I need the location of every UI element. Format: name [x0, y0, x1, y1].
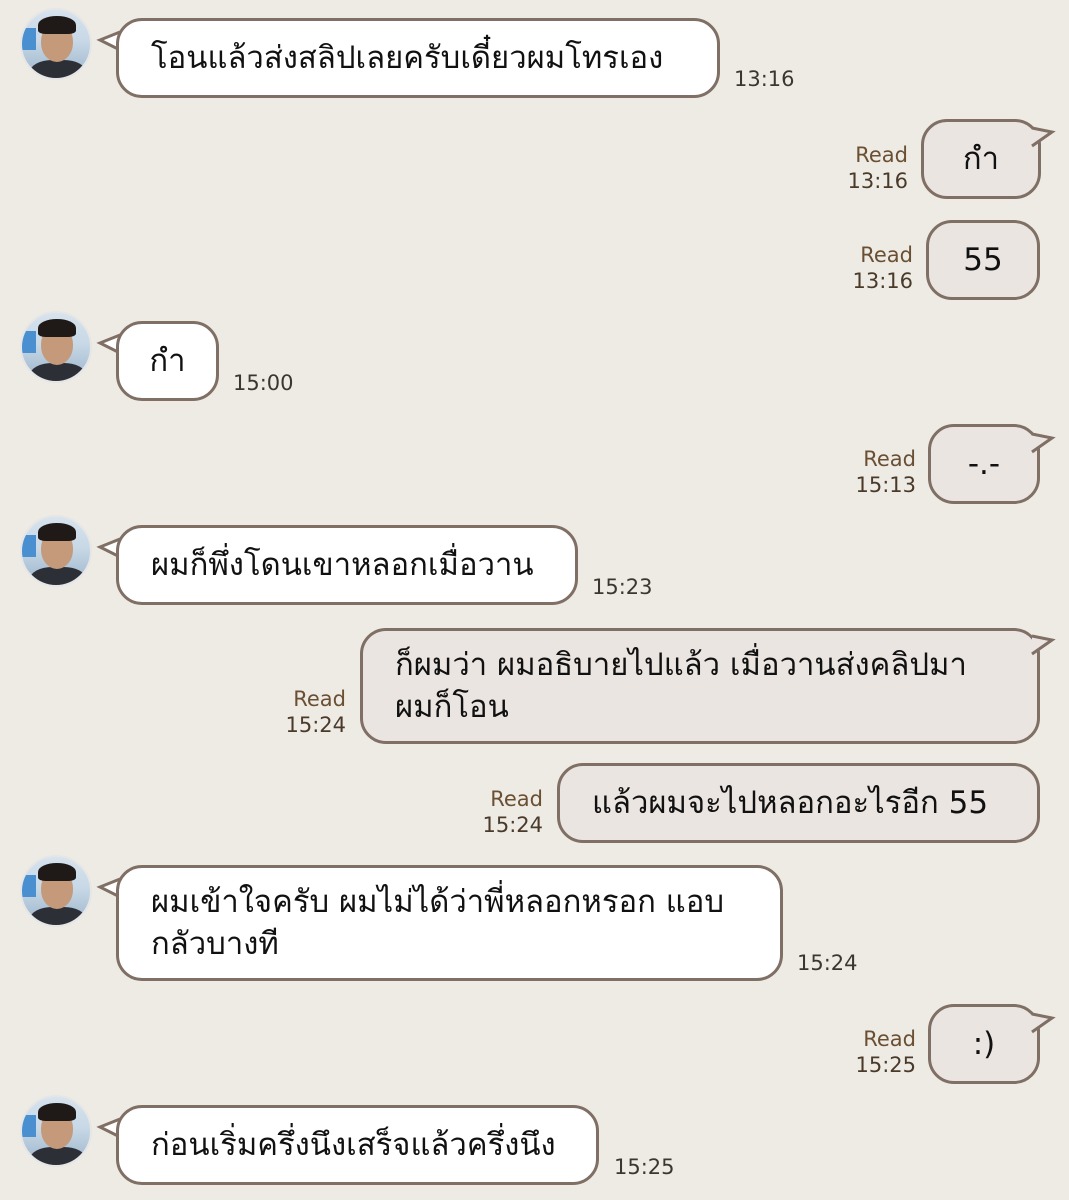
avatar-shirt	[30, 567, 86, 585]
message-time: 13:16	[847, 169, 908, 193]
read-receipt: Read	[860, 243, 913, 267]
message-text: -.-	[967, 446, 1001, 482]
bubble-tail-icon	[1031, 126, 1056, 148]
avatar-background	[22, 1115, 36, 1137]
avatar-background	[22, 535, 36, 557]
message-text: แล้วผมจะไปหลอกอะไรอีก 55	[592, 785, 989, 821]
contact-avatar[interactable]	[20, 515, 92, 587]
message-bubble-outgoing[interactable]: ก็ผมว่า ผมอธิบายไปแล้ว เมื่อวานส่งคลิปมา…	[360, 628, 1040, 744]
avatar-hair	[38, 523, 76, 541]
message-bubble-incoming[interactable]: ผมเข้าใจครับ ผมไม่ได้ว่าพี่หลอกหรอก แอบ …	[116, 865, 783, 981]
message-bubble-outgoing[interactable]: -.-	[928, 424, 1040, 504]
avatar-shirt	[30, 907, 86, 925]
avatar-hair	[38, 863, 76, 881]
message-meta: Read 15:25	[848, 1026, 916, 1078]
avatar-hair	[38, 319, 76, 337]
read-receipt: Read	[855, 143, 908, 167]
message-time: 15:24	[285, 713, 346, 737]
message-bubble-incoming[interactable]: โอนแล้วส่งสลิปเลยครับเดี๋ยวผมโทรเอง	[116, 18, 720, 98]
read-receipt: Read	[863, 1027, 916, 1051]
message-bubble-incoming[interactable]: ผมก็พึ่งโดนเขาหลอกเมื่อวาน	[116, 525, 578, 605]
message-text: ผมก็พึ่งโดนเขาหลอกเมื่อวาน	[151, 547, 534, 583]
message-text-line: ผมก็โอน	[395, 689, 509, 725]
message-time: 15:13	[855, 473, 916, 497]
message-meta: Read 15:24	[475, 786, 543, 838]
bubble-tail-icon	[1031, 634, 1056, 656]
avatar-shirt	[30, 363, 86, 381]
avatar-background	[22, 28, 36, 50]
contact-avatar[interactable]	[20, 311, 92, 383]
message-bubble-incoming[interactable]: กำ	[116, 321, 219, 401]
message-time: 13:16	[734, 67, 795, 91]
message-text: 55	[963, 242, 1003, 278]
message-text: ก่อนเริ่มครึ่งนึงเสร็จแล้วครึ่งนึง	[151, 1127, 556, 1163]
message-time: 15:25	[614, 1155, 675, 1179]
message-meta: Read 13:16	[840, 142, 908, 194]
read-receipt: Read	[863, 447, 916, 471]
message-text-line: กลัวบางที	[151, 926, 279, 962]
avatar-shirt	[30, 60, 86, 78]
avatar-hair	[38, 16, 76, 34]
message-meta: Read 13:16	[845, 242, 913, 294]
contact-avatar[interactable]	[20, 8, 92, 80]
message-bubble-outgoing[interactable]: กำ	[921, 119, 1041, 199]
read-receipt: Read	[490, 787, 543, 811]
message-bubble-outgoing[interactable]: แล้วผมจะไปหลอกอะไรอีก 55	[557, 763, 1040, 843]
read-receipt: Read	[293, 687, 346, 711]
message-text: กำ	[962, 141, 1000, 177]
bubble-tail-icon	[1031, 1012, 1056, 1034]
message-meta: Read 15:24	[278, 686, 346, 738]
avatar-background	[22, 331, 36, 353]
bubble-tail-icon	[1031, 432, 1056, 454]
message-text-line: ผมเข้าใจครับ ผมไม่ได้ว่าพี่หลอกหรอก แอบ	[151, 884, 725, 920]
contact-avatar[interactable]	[20, 1095, 92, 1167]
message-time: 13:16	[852, 269, 913, 293]
message-text: ก็ผมว่า ผมอธิบายไปแล้ว เมื่อวานส่งคลิปมา…	[395, 644, 967, 728]
message-time: 15:25	[855, 1053, 916, 1077]
message-bubble-incoming[interactable]: ก่อนเริ่มครึ่งนึงเสร็จแล้วครึ่งนึง	[116, 1105, 599, 1185]
message-text: โอนแล้วส่งสลิปเลยครับเดี๋ยวผมโทรเอง	[151, 40, 664, 76]
message-text: กำ	[149, 343, 186, 379]
message-time: 15:00	[233, 371, 294, 395]
avatar-shirt	[30, 1147, 86, 1165]
message-meta: Read 15:13	[848, 446, 916, 498]
message-text: :)	[972, 1026, 996, 1062]
message-time: 15:24	[482, 813, 543, 837]
avatar-background	[22, 875, 36, 897]
message-text-line: ก็ผมว่า ผมอธิบายไปแล้ว เมื่อวานส่งคลิปมา	[395, 647, 967, 683]
message-bubble-outgoing[interactable]: :)	[928, 1004, 1040, 1084]
contact-avatar[interactable]	[20, 855, 92, 927]
message-text: ผมเข้าใจครับ ผมไม่ได้ว่าพี่หลอกหรอก แอบ …	[151, 881, 724, 965]
message-time: 15:23	[592, 575, 653, 599]
message-bubble-outgoing[interactable]: 55	[926, 220, 1040, 300]
avatar-hair	[38, 1103, 76, 1121]
message-time: 15:24	[797, 951, 858, 975]
